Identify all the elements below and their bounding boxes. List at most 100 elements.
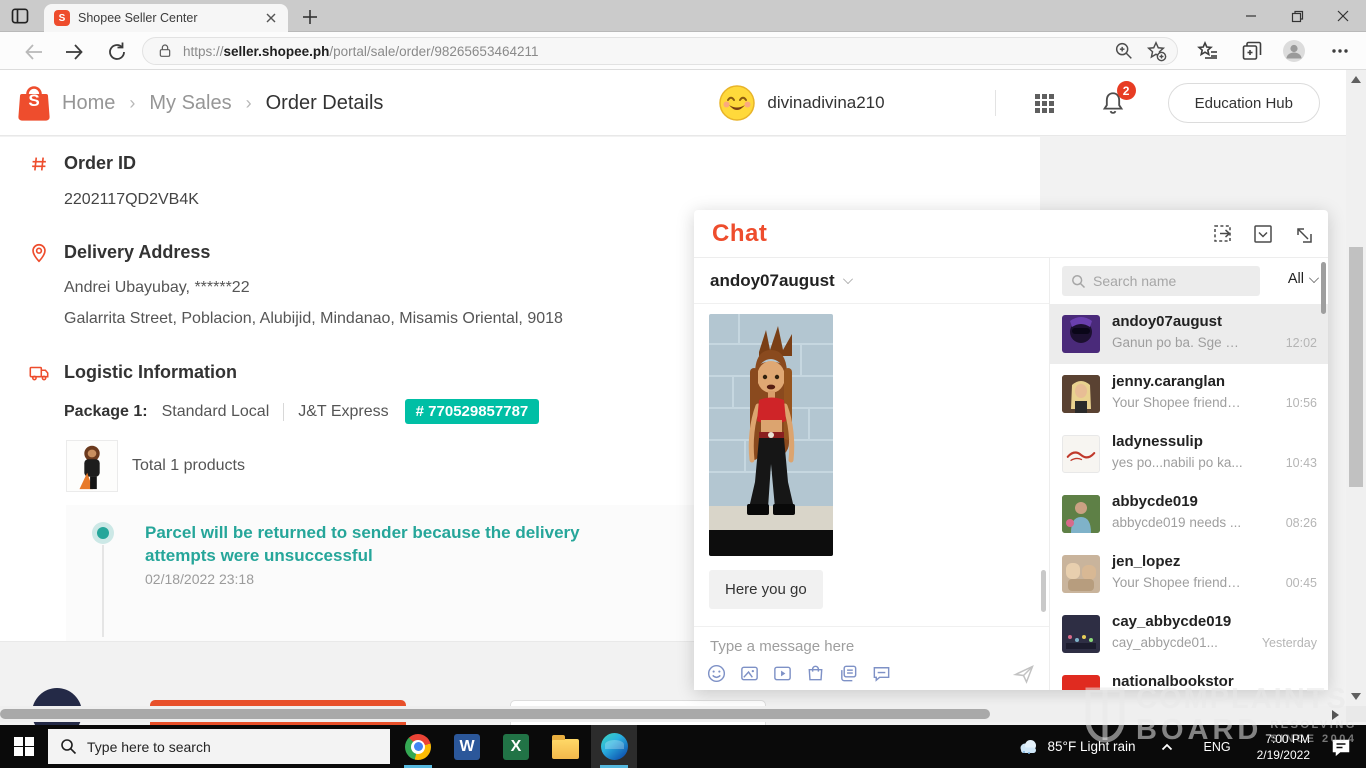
user-avatar[interactable]	[719, 85, 755, 121]
chat-list-scrollbar[interactable]	[1321, 262, 1326, 314]
vertical-scrollbar[interactable]	[1346, 70, 1366, 706]
chat-filter-dropdown[interactable]: All	[1288, 271, 1319, 287]
chat-list-item[interactable]: jen_lopez Your Shopee friend j... 00:45	[1050, 544, 1328, 604]
breadcrumb-my-sales[interactable]: My Sales	[149, 92, 231, 115]
weather-icon[interactable]	[1016, 735, 1040, 759]
action-center-icon[interactable]	[1330, 736, 1352, 758]
browser-menu-icon[interactable]	[1328, 39, 1352, 63]
collections-icon[interactable]	[1240, 39, 1264, 63]
scroll-up-icon[interactable]	[1351, 76, 1361, 83]
page-title: Order Details	[266, 92, 384, 115]
contact-avatar	[1062, 615, 1100, 653]
chat-message-bubble: Here you go	[709, 570, 823, 609]
chat-list-item[interactable]: jenny.caranglan Your Shopee friend j... …	[1050, 364, 1328, 424]
chat-list-item[interactable]: ladynessulip yes po...nabili po ka... 10…	[1050, 424, 1328, 484]
chat-collapse-icon[interactable]	[1252, 223, 1274, 245]
scroll-down-icon[interactable]	[1351, 693, 1361, 700]
shopee-logo-icon[interactable]: S	[16, 83, 52, 123]
logistic-icon	[28, 362, 50, 384]
header-divider	[995, 90, 996, 116]
horizontal-scroll-thumb[interactable]	[0, 709, 990, 719]
refresh-icon[interactable]	[105, 40, 129, 64]
chat-popout-icon[interactable]	[1212, 223, 1234, 245]
profile-avatar-icon[interactable]	[1282, 39, 1306, 63]
order-id-label: Order ID	[64, 153, 136, 174]
conversation-scrollbar[interactable]	[1041, 570, 1046, 612]
chat-dock-icon[interactable]	[1292, 223, 1314, 245]
chevron-down-icon	[1309, 273, 1319, 283]
education-hub-button[interactable]: Education Hub	[1168, 83, 1320, 123]
video-attach-icon[interactable]	[772, 663, 793, 684]
scrollbar-corner	[1346, 706, 1366, 722]
browser-toolbar: https://seller.shopee.ph/portal/sale/ord…	[0, 32, 1366, 70]
scroll-right-icon[interactable]	[1332, 710, 1339, 720]
notifications-bell-icon[interactable]: 2	[1100, 90, 1126, 116]
tab-actions-icon[interactable]	[10, 6, 30, 26]
breadcrumb-home[interactable]: Home	[62, 92, 115, 115]
order-attach-icon[interactable]	[838, 663, 859, 684]
chat-list-item[interactable]: cay_abbycde019 cay_abbycde01... Yesterda…	[1050, 604, 1328, 664]
chat-search-input[interactable]: Search name	[1062, 266, 1260, 296]
chat-list-item[interactable]: abbycde019 abbycde019 needs ... 08:26	[1050, 484, 1328, 544]
apps-grid-icon[interactable]	[1032, 91, 1056, 115]
window-minimize-icon[interactable]	[1228, 0, 1274, 32]
tray-expand-icon[interactable]	[1158, 738, 1176, 756]
taskbar-edge-icon[interactable]	[591, 725, 637, 768]
add-favorite-icon[interactable]	[1145, 40, 1167, 62]
chat-list-item[interactable]: andoy07august Ganun po ba. Sge p... 12:0…	[1050, 304, 1328, 364]
contact-avatar	[1062, 555, 1100, 593]
taskbar-excel-icon[interactable]: X	[493, 725, 539, 768]
tracking-number-badge[interactable]: # 770529857787	[405, 399, 540, 424]
timeline-line	[102, 545, 104, 637]
taskbar-explorer-icon[interactable]	[542, 725, 588, 768]
courier-name: J&T Express	[298, 403, 388, 421]
taskbar-search-input[interactable]: Type here to search	[48, 729, 390, 764]
conversation-selector[interactable]: andoy07august	[694, 258, 1049, 304]
image-attach-icon[interactable]	[739, 663, 760, 684]
product-attach-icon[interactable]	[805, 663, 826, 684]
window-close-icon[interactable]	[1320, 0, 1366, 32]
weather-status[interactable]: 85°F Light rain	[1048, 739, 1136, 754]
address-bar[interactable]: https://seller.shopee.ph/portal/sale/ord…	[142, 37, 1178, 65]
emoji-icon[interactable]	[706, 663, 727, 684]
message-input-zone[interactable]: Type a message here	[694, 626, 1049, 690]
back-icon[interactable]	[22, 40, 46, 64]
new-tab-icon[interactable]	[300, 7, 320, 27]
taskbar-clock[interactable]: 7:00 PM 2/19/2022	[1257, 731, 1310, 763]
contact-avatar	[1062, 435, 1100, 473]
forward-icon[interactable]	[62, 40, 86, 64]
conversation-pane: andoy07august	[694, 258, 1049, 690]
site-lock-icon[interactable]	[157, 43, 173, 59]
product-thumbnail[interactable]	[66, 440, 118, 492]
chat-list-item[interactable]: nationalbookstor	[1050, 664, 1328, 690]
tab-close-icon[interactable]	[262, 9, 280, 27]
message-input[interactable]: Type a message here	[710, 638, 854, 655]
package-separator	[283, 403, 284, 421]
taskbar-word-icon[interactable]: W	[444, 725, 490, 768]
chat-image-message[interactable]	[709, 314, 833, 556]
taskbar-chrome-icon[interactable]	[395, 725, 441, 768]
zoom-page-icon[interactable]	[1113, 40, 1135, 62]
username[interactable]: divinadivina210	[767, 93, 884, 113]
quick-reply-icon[interactable]	[871, 663, 892, 684]
breadcrumb-separator: ›	[129, 93, 135, 114]
favorites-icon[interactable]	[1196, 39, 1220, 63]
status-timestamp: 02/18/2022 23:18	[145, 571, 254, 587]
chat-logo: Chat	[712, 220, 767, 248]
send-message-icon[interactable]	[1013, 663, 1035, 685]
shopee-favicon: S	[54, 10, 70, 26]
chat-header: Chat	[694, 210, 1328, 258]
chat-search-placeholder: Search name	[1093, 273, 1176, 289]
start-button-icon[interactable]	[0, 725, 48, 768]
breadcrumb: Home › My Sales › Order Details	[62, 70, 383, 136]
contact-avatar	[1062, 495, 1100, 533]
horizontal-scrollbar[interactable]	[0, 706, 1346, 722]
language-indicator[interactable]: ENG	[1204, 740, 1231, 754]
vertical-scroll-thumb[interactable]	[1349, 247, 1363, 487]
window-restore-icon[interactable]	[1274, 0, 1320, 32]
taskbar-search-placeholder: Type here to search	[87, 739, 211, 755]
contact-avatar	[1062, 375, 1100, 413]
browser-tab[interactable]: S Shopee Seller Center	[44, 4, 288, 32]
clock-date: 2/19/2022	[1257, 747, 1310, 763]
chat-list-pane: Search name All andoy07august Ganun po b…	[1049, 258, 1328, 690]
